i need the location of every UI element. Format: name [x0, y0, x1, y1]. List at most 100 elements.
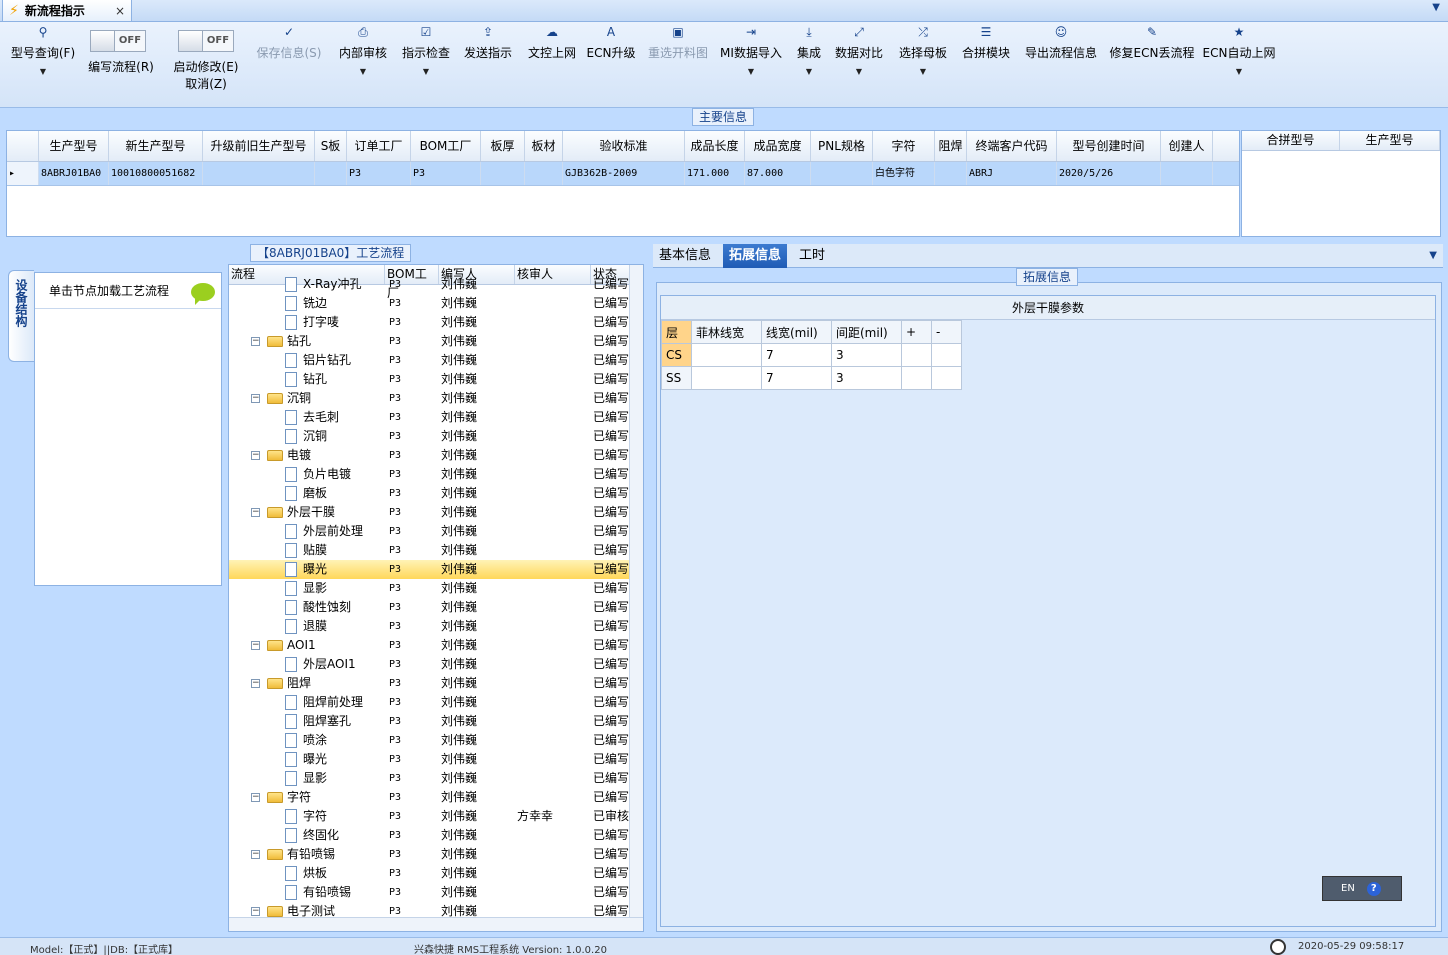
tree-node[interactable]: − 电镀	[229, 446, 385, 465]
tree-row[interactable]: 磨板 P3 刘伟巍 已编写	[229, 484, 643, 503]
film-cell[interactable]	[901, 343, 932, 367]
collapse-icon[interactable]: −	[251, 508, 260, 517]
collapse-icon[interactable]: −	[251, 337, 260, 346]
tree-node[interactable]: 烘板	[229, 864, 385, 883]
cancel-label[interactable]: 取消(Z)	[166, 75, 246, 92]
tree-node[interactable]: 显影	[229, 769, 385, 788]
tree-row[interactable]: 烘板 P3 刘伟巍 已编写	[229, 864, 643, 883]
tab-basic-info[interactable]: 基本信息	[653, 244, 717, 268]
tree-node[interactable]: − 有铅喷锡	[229, 845, 385, 864]
check-button[interactable]: ☑ 指示检查 ▼	[398, 24, 454, 104]
tab-extended-info[interactable]: 拓展信息	[723, 244, 788, 268]
tree-row[interactable]: 打字唛 P3 刘伟巍 已编写	[229, 313, 643, 332]
main-cell[interactable]	[811, 162, 873, 185]
tree-row[interactable]: 沉铜 P3 刘伟巍 已编写	[229, 427, 643, 446]
tree-node[interactable]: 阻焊塞孔	[229, 712, 385, 731]
tree-node[interactable]: 去毛刺	[229, 408, 385, 427]
chevron-down-icon[interactable]: ▼	[1202, 67, 1276, 76]
tree-node[interactable]: 铣边	[229, 294, 385, 313]
film-col-layer[interactable]: 层	[661, 320, 692, 344]
film-cell[interactable]	[691, 343, 762, 367]
tree-node[interactable]: − 钻孔	[229, 332, 385, 351]
tree-row[interactable]: 字符 P3 刘伟巍 方幸幸 已审核	[229, 807, 643, 826]
main-col-header[interactable]: 板材	[525, 131, 563, 161]
film-col-width-mil[interactable]: 线宽(mil)	[761, 320, 832, 344]
review-button[interactable]: ⎙ 内部审核 ▼	[334, 24, 392, 104]
tree-row[interactable]: 酸性蚀刻 P3 刘伟巍 已编写	[229, 598, 643, 617]
main-cell[interactable]	[315, 162, 347, 185]
tree-row[interactable]: 显影 P3 刘伟巍 已编写	[229, 769, 643, 788]
collapse-icon[interactable]: −	[251, 679, 260, 688]
save-button[interactable]: ✓ 保存信息(S)	[250, 24, 328, 104]
tree-row[interactable]: − 字符 P3 刘伟巍 已编写	[229, 788, 643, 807]
chevron-down-icon[interactable]: ▼	[334, 67, 392, 76]
tree-node[interactable]: 沉铜	[229, 427, 385, 446]
main-cell[interactable]	[935, 162, 967, 185]
side-tab-device-structure[interactable]: 设备结构	[8, 270, 34, 362]
chevron-down-icon[interactable]: ▼	[896, 67, 950, 76]
help-icon[interactable]: ?	[1366, 881, 1381, 896]
tree-node[interactable]: 曝光	[229, 750, 385, 769]
tree-node[interactable]: 喷涂	[229, 731, 385, 750]
chevron-down-icon[interactable]: ▼	[718, 67, 784, 76]
film-cell[interactable]: 7	[761, 366, 832, 390]
start-modify-toggle[interactable]: OFF	[178, 30, 234, 52]
auto-button[interactable]: ★ ECN自动上网 ▼	[1202, 24, 1276, 104]
main-cell[interactable]: P3	[411, 162, 481, 185]
tree-node[interactable]: 终固化	[229, 826, 385, 845]
tree-row[interactable]: − 钻孔 P3 刘伟巍 已编写	[229, 332, 643, 351]
tree-row[interactable]: 外层AOI1 P3 刘伟巍 已编写	[229, 655, 643, 674]
main-cell[interactable]: 2020/5/26	[1057, 162, 1161, 185]
tab-work-hours[interactable]: 工时	[793, 244, 831, 268]
tree-node[interactable]: 铝片钻孔	[229, 351, 385, 370]
reselect-button[interactable]: ▣ 重选开料图	[644, 24, 712, 104]
main-col-header[interactable]: 成品长度	[685, 131, 745, 161]
merge-button[interactable]: ☰ 合拼模块	[958, 24, 1014, 104]
main-col-header[interactable]: 升级前旧生产型号	[203, 131, 315, 161]
main-cell[interactable]: 白色字符	[873, 162, 935, 185]
main-col-header[interactable]: 订单工厂	[347, 131, 411, 161]
main-cell[interactable]	[525, 162, 563, 185]
tree-row[interactable]: 去毛刺 P3 刘伟巍 已编写	[229, 408, 643, 427]
tree-row[interactable]: − 外层干膜 P3 刘伟巍 已编写	[229, 503, 643, 522]
tree-row[interactable]: 铝片钻孔 P3 刘伟巍 已编写	[229, 351, 643, 370]
main-col-header[interactable]: 阻焊	[935, 131, 967, 161]
tree-row[interactable]: 曝光 P3 刘伟巍 已编写	[229, 750, 643, 769]
main-cell[interactable]: 171.000	[685, 162, 745, 185]
tree-row[interactable]: 喷涂 P3 刘伟巍 已编写	[229, 731, 643, 750]
film-row[interactable]: CS 7 3	[661, 343, 962, 367]
ecn-button[interactable]: A ECN升级	[586, 24, 636, 104]
tab-dropdown-icon[interactable]: ▼	[1429, 250, 1437, 261]
tree-node[interactable]: − 阻焊	[229, 674, 385, 693]
main-col-header[interactable]: 创建人	[1161, 131, 1213, 161]
query-button[interactable]: ⚲ 型号查询(F) ▼	[8, 24, 78, 104]
main-cell[interactable]	[203, 162, 315, 185]
collapse-icon[interactable]: −	[251, 793, 260, 802]
document-tab[interactable]: ⚡ 新流程指示 ×	[2, 0, 132, 22]
main-col-header[interactable]: 新生产型号	[109, 131, 203, 161]
main-col-header[interactable]: 型号创建时间	[1057, 131, 1161, 161]
collapse-icon[interactable]: −	[251, 451, 260, 460]
language-code[interactable]: EN	[1341, 883, 1355, 894]
tree-node[interactable]: 有铅喷锡	[229, 883, 385, 902]
film-cell[interactable]	[931, 366, 962, 390]
tree-node[interactable]: 阻焊前处理	[229, 693, 385, 712]
tab-menu-arrow-icon[interactable]: ▼	[1432, 2, 1440, 13]
collapse-icon[interactable]: −	[251, 394, 260, 403]
tree-node[interactable]: 退膜	[229, 617, 385, 636]
film-row[interactable]: SS 7 3	[661, 366, 962, 390]
collapse-icon[interactable]: −	[251, 641, 260, 650]
tree-node[interactable]: 钻孔	[229, 370, 385, 389]
main-cell[interactable]: 87.000	[745, 162, 811, 185]
tree-row[interactable]: 终固化 P3 刘伟巍 已编写	[229, 826, 643, 845]
main-cell[interactable]: GJB362B-2009	[563, 162, 685, 185]
tree-row[interactable]: 有铅喷锡 P3 刘伟巍 已编写	[229, 883, 643, 902]
collapse-icon[interactable]: −	[251, 850, 260, 859]
send-button[interactable]: ⇪ 发送指示	[460, 24, 516, 104]
tree-row[interactable]: 显影 P3 刘伟巍 已编写	[229, 579, 643, 598]
tree-row[interactable]: 外层前处理 P3 刘伟巍 已编写	[229, 522, 643, 541]
main-col-header[interactable]: 板厚	[481, 131, 525, 161]
tree-node[interactable]: 字符	[229, 807, 385, 826]
control-button[interactable]: ☁ 文控上网	[524, 24, 580, 104]
combine-col-model[interactable]: 合拼型号	[1242, 131, 1340, 150]
